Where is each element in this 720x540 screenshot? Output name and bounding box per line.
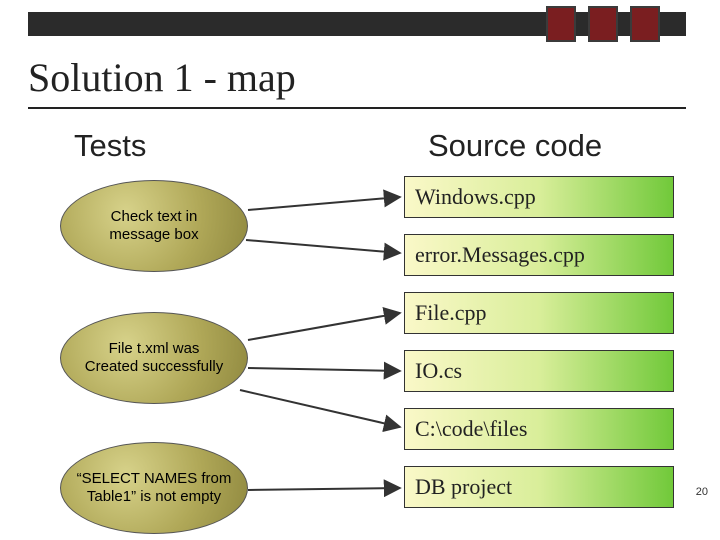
column-heading-source: Source code <box>428 128 602 164</box>
source-box-label: File.cpp <box>415 300 487 326</box>
test-bubble: Check text inmessage box <box>60 180 248 272</box>
deco-box <box>630 6 660 42</box>
source-box-label: DB project <box>415 474 512 500</box>
source-box-label: IO.cs <box>415 358 462 384</box>
test-bubble: “SELECT NAMES fromTable1” is not empty <box>60 442 248 534</box>
source-box-label: error.Messages.cpp <box>415 242 585 268</box>
page-number: 20 <box>696 486 708 498</box>
source-box: error.Messages.cpp <box>404 234 674 276</box>
slide: Solution 1 - map Tests Source code Check… <box>0 0 720 540</box>
test-bubble-label: Check text inmessage box <box>109 208 198 244</box>
deco-box <box>546 6 576 42</box>
source-box: IO.cs <box>404 350 674 392</box>
source-box-label: C:\code\files <box>415 416 527 442</box>
test-bubble-label: “SELECT NAMES fromTable1” is not empty <box>77 470 232 506</box>
source-box: File.cpp <box>404 292 674 334</box>
slide-title: Solution 1 - map <box>28 54 686 109</box>
column-heading-tests: Tests <box>74 128 146 164</box>
deco-box <box>588 6 618 42</box>
top-decoration <box>28 6 686 42</box>
source-box-label: Windows.cpp <box>415 184 536 210</box>
test-bubble: File t.xml wasCreated successfully <box>60 312 248 404</box>
test-bubble-label: File t.xml wasCreated successfully <box>85 340 223 376</box>
source-box: Windows.cpp <box>404 176 674 218</box>
source-box: DB project <box>404 466 674 508</box>
source-box: C:\code\files <box>404 408 674 450</box>
